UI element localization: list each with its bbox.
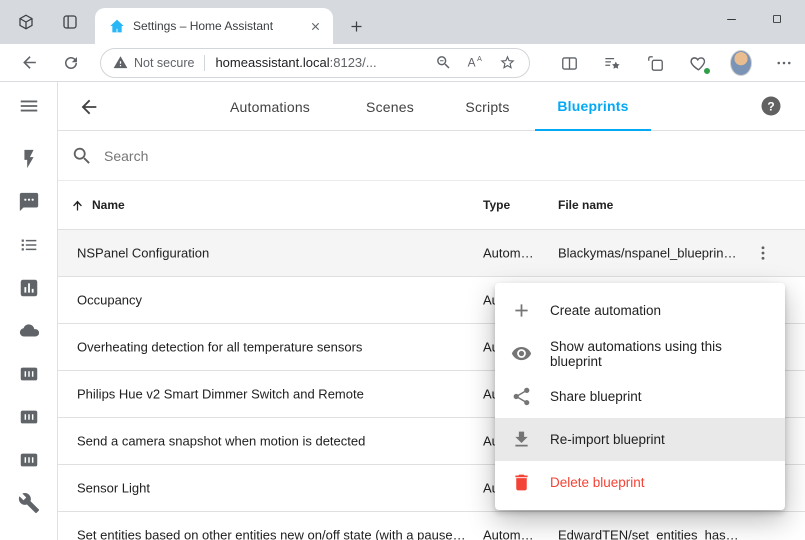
url-text[interactable]: homeassistant.local:8123/... [215, 55, 376, 70]
tab-scripts[interactable]: Scripts [440, 82, 535, 131]
ha-nav-tabs: Automations Scenes Scripts Blueprints [200, 82, 651, 131]
url-path: :8123/... [330, 55, 377, 70]
row-name: Overheating detection for all temperatur… [77, 340, 362, 355]
essentials-status-dot [703, 67, 711, 75]
blueprint-context-menu: Create automation Show automations using… [495, 283, 785, 510]
window-controls [708, 0, 805, 38]
sidebar-item-hub3-icon[interactable] [17, 448, 41, 472]
menu-item-share-blueprint[interactable]: Share blueprint [495, 375, 785, 418]
split-screen-icon[interactable] [558, 52, 580, 74]
sidebar-item-assist-icon[interactable] [17, 190, 41, 214]
tab-scenes[interactable]: Scenes [340, 82, 440, 131]
help-icon[interactable]: ? [759, 94, 783, 118]
profile-avatar[interactable] [730, 52, 752, 74]
ha-header: Automations Scenes Scripts Blueprints ? [58, 82, 805, 131]
window-maximize-button[interactable] [754, 0, 800, 38]
new-tab-button[interactable] [344, 14, 368, 38]
ha-search-bar [58, 131, 805, 181]
share-icon [511, 386, 532, 407]
plus-icon [511, 300, 532, 321]
tab-blueprints[interactable]: Blueprints [535, 82, 651, 131]
row-name: Philips Hue v2 Smart Dimmer Switch and R… [77, 387, 364, 402]
row-name: Occupancy [77, 293, 142, 308]
omnibox-divider [204, 55, 205, 71]
sort-ascending-icon[interactable] [70, 198, 85, 213]
menu-item-label: Delete blueprint [550, 475, 645, 490]
zoom-out-icon[interactable] [431, 51, 455, 75]
not-secure-warning-icon [113, 55, 128, 70]
row-name: Set entities based on other entities new… [77, 528, 467, 540]
menu-item-label: Create automation [550, 303, 661, 318]
row-overflow-menu-icon[interactable] [751, 241, 775, 265]
row-file-name: Blackymas/nspanel_blueprin… [558, 246, 736, 261]
browser-tab[interactable]: Settings – Home Assistant [95, 8, 333, 44]
sidebar-item-energy-icon[interactable] [17, 147, 41, 171]
browser-window: Settings – Home Assistant [0, 0, 805, 540]
trash-icon [511, 472, 532, 493]
row-name: Sensor Light [77, 481, 150, 496]
svg-text:A: A [467, 55, 475, 69]
window-close-button[interactable] [800, 0, 805, 38]
search-input[interactable] [104, 148, 424, 164]
browser-essentials-icon[interactable] [687, 52, 709, 74]
tabstrip-left-icons [12, 0, 84, 44]
toolbar-right-icons [558, 44, 795, 82]
sidebar-items [17, 147, 41, 515]
workspaces-icon[interactable] [12, 8, 40, 36]
collections-icon[interactable] [644, 52, 666, 74]
table-header: Name Type File name [58, 181, 805, 230]
menu-item-label: Re-import blueprint [550, 432, 665, 447]
ha-back-icon[interactable] [75, 93, 103, 121]
url-host: homeassistant.local [215, 55, 329, 70]
browser-toolbar: Not secure homeassistant.local:8123/... … [0, 44, 805, 82]
svg-text:?: ? [767, 99, 774, 113]
menu-item-create-automation[interactable]: Create automation [495, 289, 785, 332]
sidebar-item-logbook-icon[interactable] [17, 233, 41, 257]
row-type: Autom… [483, 528, 534, 540]
tab-title: Settings – Home Assistant [133, 19, 305, 33]
menu-item-reimport-blueprint[interactable]: Re-import blueprint [495, 418, 785, 461]
menu-item-delete-blueprint[interactable]: Delete blueprint [495, 461, 785, 504]
column-header-type[interactable]: Type [483, 198, 510, 212]
table-row[interactable]: NSPanel Configuration Autom… Blackymas/n… [58, 230, 805, 277]
text-size-icon[interactable]: AA [463, 51, 487, 75]
address-bar[interactable]: Not secure homeassistant.local:8123/... … [100, 48, 530, 78]
browser-back-icon[interactable] [14, 48, 44, 78]
browser-menu-icon[interactable] [773, 52, 795, 74]
window-minimize-button[interactable] [708, 0, 754, 38]
browser-tabstrip: Settings – Home Assistant [0, 0, 805, 44]
sidebar-item-cloud-icon[interactable] [17, 319, 41, 343]
sidebar-item-hub2-icon[interactable] [17, 405, 41, 429]
tab-overview-icon[interactable] [56, 8, 84, 36]
row-file-name: EdwardTEN/set_entities_has… [558, 528, 739, 540]
download-icon [511, 429, 532, 450]
svg-text:A: A [477, 55, 482, 63]
column-header-file-name[interactable]: File name [558, 198, 613, 212]
ha-sidebar [0, 82, 58, 540]
sidebar-item-history-icon[interactable] [17, 276, 41, 300]
favorite-star-icon[interactable] [495, 51, 519, 75]
sidebar-item-settings-icon[interactable] [17, 491, 41, 515]
column-header-name[interactable]: Name [92, 198, 125, 212]
menu-item-show-automations[interactable]: Show automations using this blueprint [495, 332, 785, 375]
row-type: Autom… [483, 246, 534, 261]
menu-item-label: Show automations using this blueprint [550, 339, 769, 369]
home-assistant-logo-icon [109, 18, 125, 34]
avatar-image [730, 50, 752, 76]
row-name: NSPanel Configuration [77, 246, 209, 261]
tab-automations[interactable]: Automations [200, 82, 340, 131]
search-icon [71, 145, 93, 167]
sidebar-menu-icon[interactable] [17, 94, 41, 118]
eye-icon [511, 343, 532, 364]
row-name: Send a camera snapshot when motion is de… [77, 434, 365, 449]
tab-close-icon[interactable] [305, 16, 325, 36]
browser-refresh-icon[interactable] [56, 48, 86, 78]
table-row[interactable]: Set entities based on other entities new… [58, 512, 805, 540]
sidebar-item-hub1-icon[interactable] [17, 362, 41, 386]
favorites-hub-icon[interactable] [601, 52, 623, 74]
menu-item-label: Share blueprint [550, 389, 642, 404]
security-label[interactable]: Not secure [134, 56, 194, 70]
